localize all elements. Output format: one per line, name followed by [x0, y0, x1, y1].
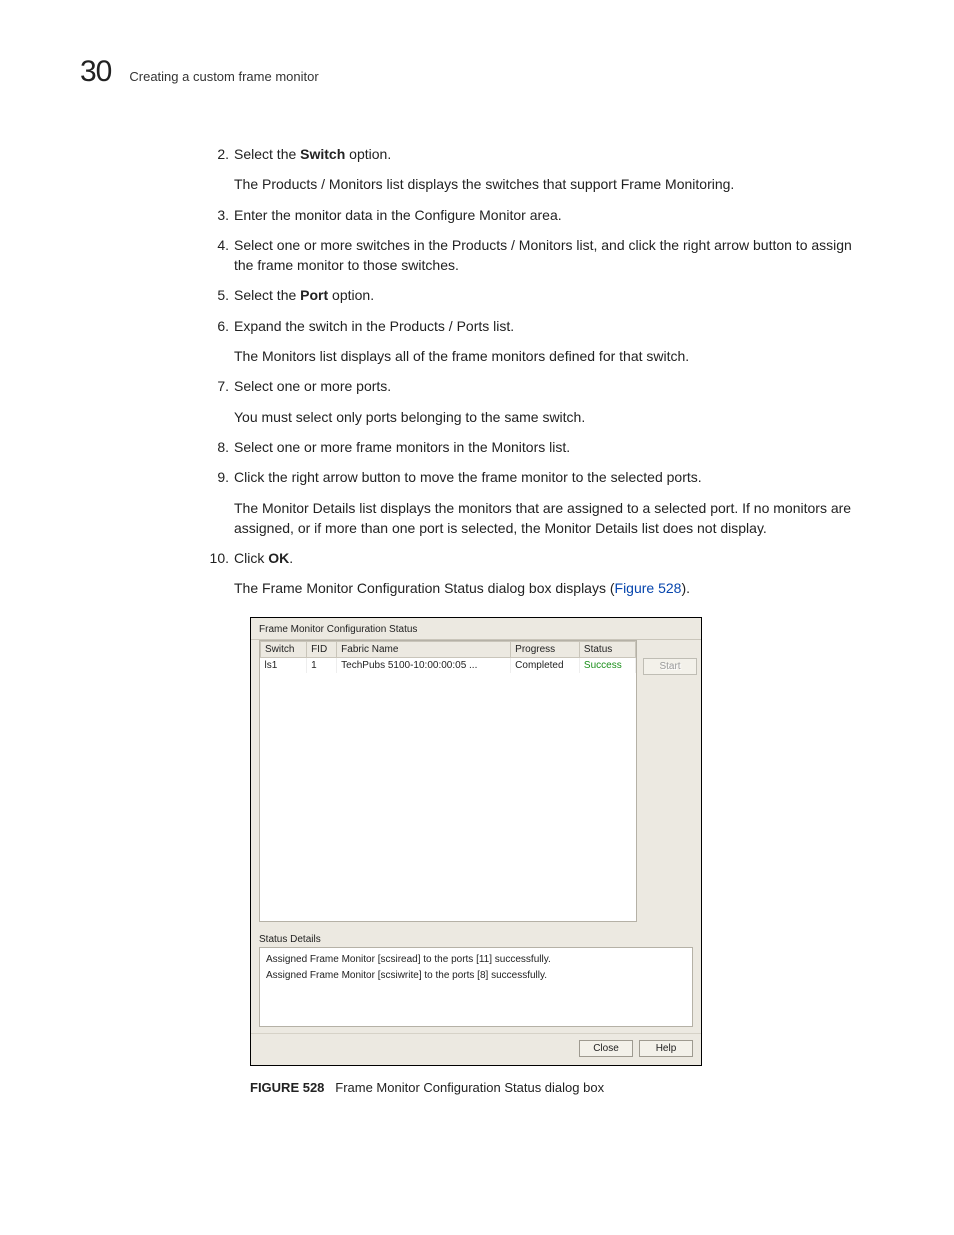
- cell-progress: Completed: [511, 657, 580, 673]
- step-text: option.: [328, 287, 374, 303]
- figure-caption: FIGURE 528 Frame Monitor Configuration S…: [250, 1080, 874, 1095]
- step-para: The Frame Monitor Configuration Status d…: [234, 578, 874, 598]
- step-text: Expand the switch in the Products / Port…: [234, 318, 514, 334]
- step-item: Select one or more frame monitors in the…: [234, 437, 874, 457]
- step-lead: Enter the monitor data in the Configure …: [234, 205, 874, 225]
- step-text: Click: [234, 550, 268, 566]
- step-lead: Select one or more frame monitors in the…: [234, 437, 874, 457]
- col-fabric-name[interactable]: Fabric Name: [337, 641, 511, 657]
- step-item: Select one or more switches in the Produ…: [234, 235, 874, 276]
- col-status[interactable]: Status: [579, 641, 635, 657]
- step-item: Select the Port option.: [234, 285, 874, 305]
- step-lead: Select one or more ports.: [234, 376, 874, 396]
- start-button: Start: [643, 658, 697, 675]
- step-item: Select one or more ports. You must select…: [234, 376, 874, 427]
- page-title: Creating a custom frame monitor: [129, 69, 318, 84]
- step-text: Enter the monitor data in the Configure …: [234, 207, 562, 223]
- step-para-text: ).: [681, 580, 690, 596]
- step-item: Click OK. The Frame Monitor Configuration…: [234, 548, 874, 599]
- step-text: .: [289, 550, 293, 566]
- help-button[interactable]: Help: [639, 1040, 693, 1057]
- status-detail-line: Assigned Frame Monitor [scsiwrite] to th…: [266, 968, 686, 984]
- figure-link[interactable]: Figure 528: [615, 580, 682, 596]
- cell-fid: 1: [307, 657, 337, 673]
- step-item: Expand the switch in the Products / Port…: [234, 316, 874, 367]
- step-lead: Expand the switch in the Products / Port…: [234, 316, 874, 336]
- step-bold: Switch: [300, 146, 345, 162]
- step-item: Enter the monitor data in the Configure …: [234, 205, 874, 225]
- step-para-text: The Frame Monitor Configuration Status d…: [234, 580, 615, 596]
- status-details-box: Assigned Frame Monitor [scsiread] to the…: [259, 947, 693, 1027]
- cell-fabric: TechPubs 5100-10:00:00:05 ...: [337, 657, 511, 673]
- step-list: Select the Switch option. The Products / …: [80, 144, 874, 599]
- step-bold: Port: [300, 287, 328, 303]
- step-lead: Select the Switch option.: [234, 144, 874, 164]
- step-item: Select the Switch option. The Products / …: [234, 144, 874, 195]
- col-progress[interactable]: Progress: [511, 641, 580, 657]
- step-text: Select the: [234, 146, 300, 162]
- step-bold: OK: [268, 550, 289, 566]
- figure-caption-text: Frame Monitor Configuration Status dialo…: [335, 1080, 604, 1095]
- status-table-area: Switch FID Fabric Name Progress Status l…: [259, 640, 637, 922]
- col-fid[interactable]: FID: [307, 641, 337, 657]
- step-text: Select the: [234, 287, 300, 303]
- step-lead: Click the right arrow button to move the…: [234, 467, 874, 487]
- status-details-label: Status Details: [251, 928, 701, 947]
- step-para: The Monitor Details list displays the mo…: [234, 498, 874, 539]
- step-text: Select one or more switches in the Produ…: [234, 237, 852, 273]
- step-text: Click the right arrow button to move the…: [234, 469, 702, 485]
- chapter-number: 30: [80, 55, 111, 89]
- step-para: The Monitors list displays all of the fr…: [234, 346, 874, 366]
- step-lead: Select one or more switches in the Produ…: [234, 235, 874, 276]
- cell-status: Success: [579, 657, 635, 673]
- figure-label: FIGURE 528: [250, 1080, 324, 1095]
- step-text: Select one or more frame monitors in the…: [234, 439, 570, 455]
- dialog-title: Frame Monitor Configuration Status: [251, 618, 701, 637]
- step-lead: Click OK.: [234, 548, 874, 568]
- status-detail-line: Assigned Frame Monitor [scsiread] to the…: [266, 952, 686, 968]
- step-para: You must select only ports belonging to …: [234, 407, 874, 427]
- status-table: Switch FID Fabric Name Progress Status l…: [260, 641, 636, 673]
- step-text: option.: [345, 146, 391, 162]
- step-lead: Select the Port option.: [234, 285, 874, 305]
- cell-switch: ls1: [261, 657, 307, 673]
- frame-monitor-config-status-dialog: Frame Monitor Configuration Status Switc…: [250, 617, 702, 1066]
- col-switch[interactable]: Switch: [261, 641, 307, 657]
- step-item: Click the right arrow button to move the…: [234, 467, 874, 538]
- close-button[interactable]: Close: [579, 1040, 633, 1057]
- step-para: The Products / Monitors list displays th…: [234, 174, 874, 194]
- step-text: Select one or more ports.: [234, 378, 391, 394]
- table-row[interactable]: ls1 1 TechPubs 5100-10:00:00:05 ... Comp…: [261, 657, 636, 673]
